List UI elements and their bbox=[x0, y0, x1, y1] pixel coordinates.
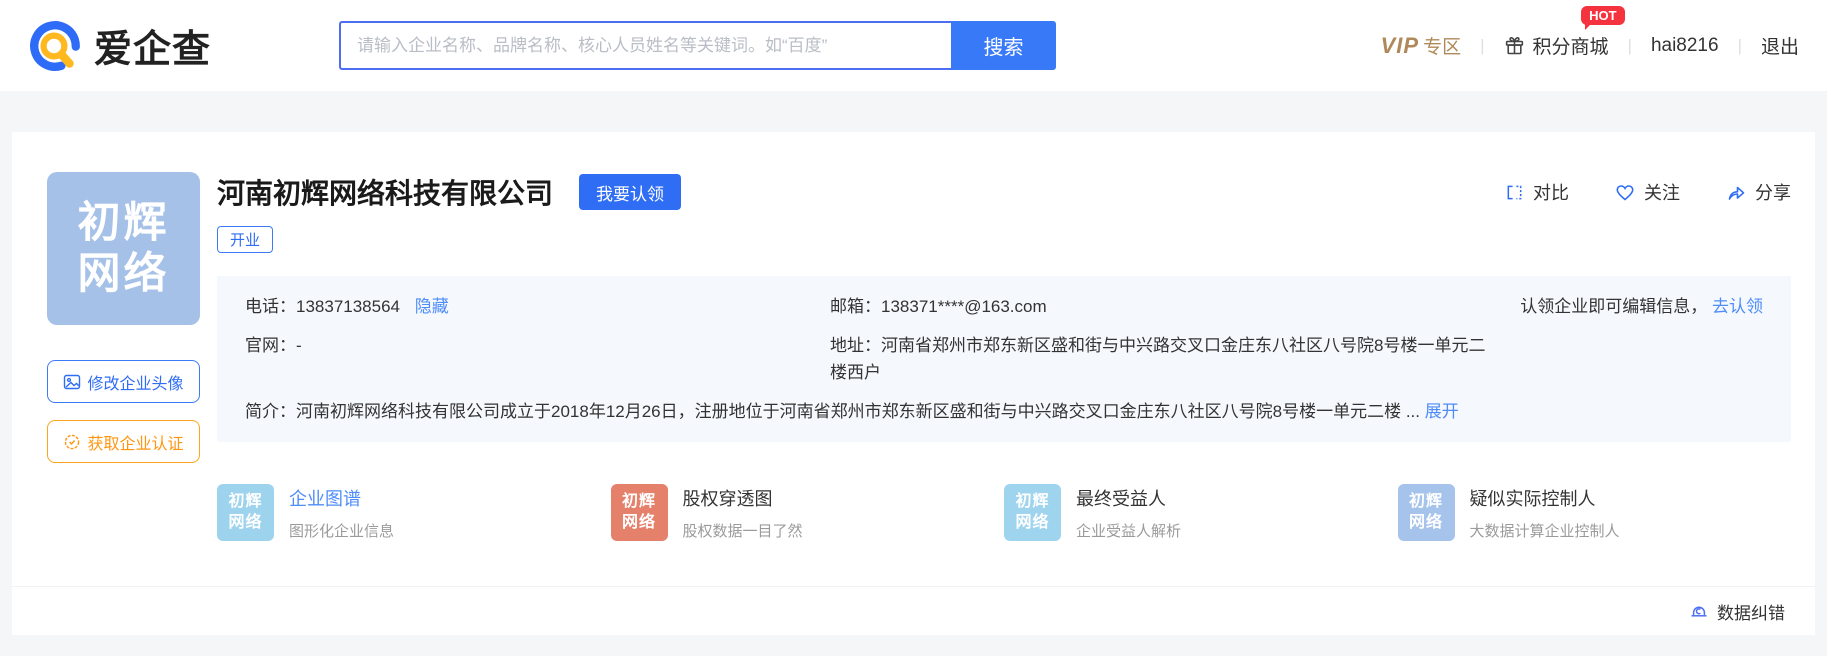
company-name: 河南初辉网络科技有限公司 bbox=[217, 178, 554, 209]
claim-tip-text: 认领企业即可编辑信息， bbox=[1520, 297, 1708, 316]
go-claim-link[interactable]: 去认领 bbox=[1712, 297, 1763, 316]
get-certification-button[interactable]: 获取企业认证 bbox=[47, 420, 200, 463]
vip-zone-link[interactable]: VIP 专区 bbox=[1381, 32, 1461, 59]
compare-icon bbox=[1505, 183, 1524, 202]
logout-link[interactable]: 退出 bbox=[1761, 32, 1799, 59]
follow-button[interactable]: 关注 bbox=[1615, 179, 1680, 205]
feature-subtitle: 股权数据一目了然 bbox=[682, 522, 803, 540]
follow-label: 关注 bbox=[1644, 183, 1680, 203]
feature-thumb: 初辉 网络 bbox=[1004, 484, 1061, 541]
feature-subtitle: 大数据计算企业控制人 bbox=[1469, 522, 1620, 540]
feature-title: 股权穿透图 bbox=[682, 488, 773, 509]
expand-intro-link[interactable]: 展开 bbox=[1425, 398, 1459, 425]
heart-icon bbox=[1615, 183, 1635, 202]
feature-suspected-controller[interactable]: 初辉 网络 疑似实际控制人 大数据计算企业控制人 bbox=[1397, 484, 1792, 541]
vip-suffix: 专区 bbox=[1423, 37, 1462, 58]
feature-subtitle: 企业受益人解析 bbox=[1076, 522, 1182, 540]
company-info-box: 电话：13837138564 隐藏 邮箱：138371****@163.com … bbox=[217, 276, 1791, 442]
nav-separator: | bbox=[1480, 35, 1485, 55]
search-input[interactable] bbox=[339, 21, 952, 70]
feature-equity-penetration[interactable]: 初辉 网络 股权穿透图 股权数据一目了然 bbox=[610, 484, 1005, 541]
certification-badge-icon bbox=[63, 433, 81, 451]
intro-value: 河南初辉网络科技有限公司成立于2018年12月26日，注册地位于河南省郑州市郑东… bbox=[296, 402, 1402, 421]
intro-ellipsis: ... bbox=[1405, 402, 1420, 421]
claim-tip: 认领企业即可编辑信息， 去认领 bbox=[1520, 293, 1763, 320]
card-footer: 数据纠错 bbox=[12, 586, 1815, 635]
email-label: 邮箱： bbox=[830, 297, 881, 316]
compare-button[interactable]: 对比 bbox=[1505, 179, 1569, 205]
feature-thumb: 初辉 网络 bbox=[217, 484, 274, 541]
company-right-column: 河南初辉网络科技有限公司 我要认领 对比 关注 分享 开业 电话：1383713… bbox=[217, 172, 1815, 541]
search-bar: 搜索 bbox=[339, 21, 1057, 70]
aiqicha-logo[interactable]: 爱企查 bbox=[28, 18, 211, 73]
feature-title: 最终受益人 bbox=[1076, 488, 1166, 509]
magnifier-logo-icon bbox=[28, 19, 82, 73]
feature-title: 疑似实际控制人 bbox=[1469, 488, 1596, 509]
nav-separator: | bbox=[1737, 35, 1742, 55]
intro-label: 简介： bbox=[245, 402, 296, 421]
intro-field: 简介： 河南初辉网络科技有限公司成立于2018年12月26日，注册地位于河南省郑… bbox=[245, 398, 1763, 425]
picture-icon bbox=[63, 373, 81, 391]
vip-word: VIP bbox=[1380, 33, 1420, 58]
feature-thumb: 初辉 网络 bbox=[610, 484, 668, 541]
address-field: 地址：河南省郑州市郑东新区盛和街与中兴路交叉口金庄东八社区八号院8号楼一单元二楼… bbox=[830, 332, 1490, 386]
website-value: - bbox=[296, 336, 302, 355]
header-nav: VIP 专区 | 积分商城 HOT | hai8216 | 退出 bbox=[1381, 6, 1799, 59]
share-label: 分享 bbox=[1755, 183, 1791, 203]
address-value: 河南省郑州市郑东新区盛和街与中兴路交叉口金庄东八社区八号院8号楼一单元二楼西户 bbox=[830, 336, 1486, 382]
email-value: 138371****@163.com bbox=[881, 297, 1047, 316]
phone-value: 13837138564 bbox=[296, 297, 401, 316]
page: 爱企查 搜索 VIP 专区 | 积分商城 bbox=[0, 0, 1827, 656]
feature-thumb: 初辉 网络 bbox=[1397, 484, 1455, 541]
claim-company-button[interactable]: 我要认领 bbox=[579, 174, 682, 210]
search-button[interactable]: 搜索 bbox=[951, 21, 1057, 70]
feature-subtitle: 图形化企业信息 bbox=[289, 522, 395, 540]
website-field: 官网：- bbox=[245, 332, 830, 386]
siren-icon bbox=[1689, 601, 1709, 621]
top-header: 爱企查 搜索 VIP 专区 | 积分商城 bbox=[0, 0, 1827, 91]
email-field: 邮箱：138371****@163.com bbox=[830, 293, 1047, 320]
address-label: 地址： bbox=[830, 336, 881, 355]
points-mall-link[interactable]: 积分商城 HOT bbox=[1504, 6, 1625, 59]
points-mall-label: 积分商城 bbox=[1532, 37, 1609, 58]
data-correction-button[interactable]: 数据纠错 bbox=[1689, 599, 1785, 624]
hide-phone-link[interactable]: 隐藏 bbox=[415, 297, 449, 316]
gift-icon bbox=[1504, 35, 1525, 56]
status-badge: 开业 bbox=[217, 226, 274, 253]
edit-avatar-button[interactable]: 修改企业头像 bbox=[47, 360, 200, 403]
brand-name: 爱企查 bbox=[94, 29, 212, 71]
share-button[interactable]: 分享 bbox=[1726, 179, 1791, 205]
edit-avatar-label: 修改企业头像 bbox=[87, 375, 184, 393]
phone-field: 电话：13837138564 隐藏 bbox=[245, 293, 830, 320]
company-logo-line2: 网络 bbox=[77, 249, 170, 298]
nav-separator: | bbox=[1627, 35, 1632, 55]
get-certification-label: 获取企业认证 bbox=[87, 435, 184, 453]
company-left-column: 初辉 网络 修改企业头像 获取企业认证 bbox=[47, 172, 200, 541]
feature-title: 企业图谱 bbox=[289, 488, 361, 509]
phone-label: 电话： bbox=[245, 297, 296, 316]
compare-label: 对比 bbox=[1533, 183, 1569, 203]
website-label: 官网： bbox=[245, 336, 296, 355]
data-correction-label: 数据纠错 bbox=[1717, 603, 1785, 623]
feature-company-graph[interactable]: 初辉 网络 企业图谱 图形化企业信息 bbox=[217, 484, 611, 541]
share-icon bbox=[1726, 183, 1746, 202]
company-logo-line1: 初辉 bbox=[77, 198, 170, 247]
company-logo: 初辉 网络 bbox=[47, 172, 200, 325]
company-actions: 对比 关注 分享 bbox=[1505, 179, 1791, 205]
username-link[interactable]: hai8216 bbox=[1651, 35, 1719, 57]
hot-badge: HOT bbox=[1581, 6, 1625, 30]
feature-ultimate-beneficiary[interactable]: 初辉 网络 最终受益人 企业受益人解析 bbox=[1004, 484, 1398, 541]
company-card: 初辉 网络 修改企业头像 获取企业认证 河南初辉网络科技有限公司 我要认领 对比… bbox=[12, 132, 1815, 635]
feature-shortcuts: 初辉 网络 企业图谱 图形化企业信息 初辉 网络 股权穿透图 股权数据一目了然 … bbox=[217, 484, 1791, 541]
